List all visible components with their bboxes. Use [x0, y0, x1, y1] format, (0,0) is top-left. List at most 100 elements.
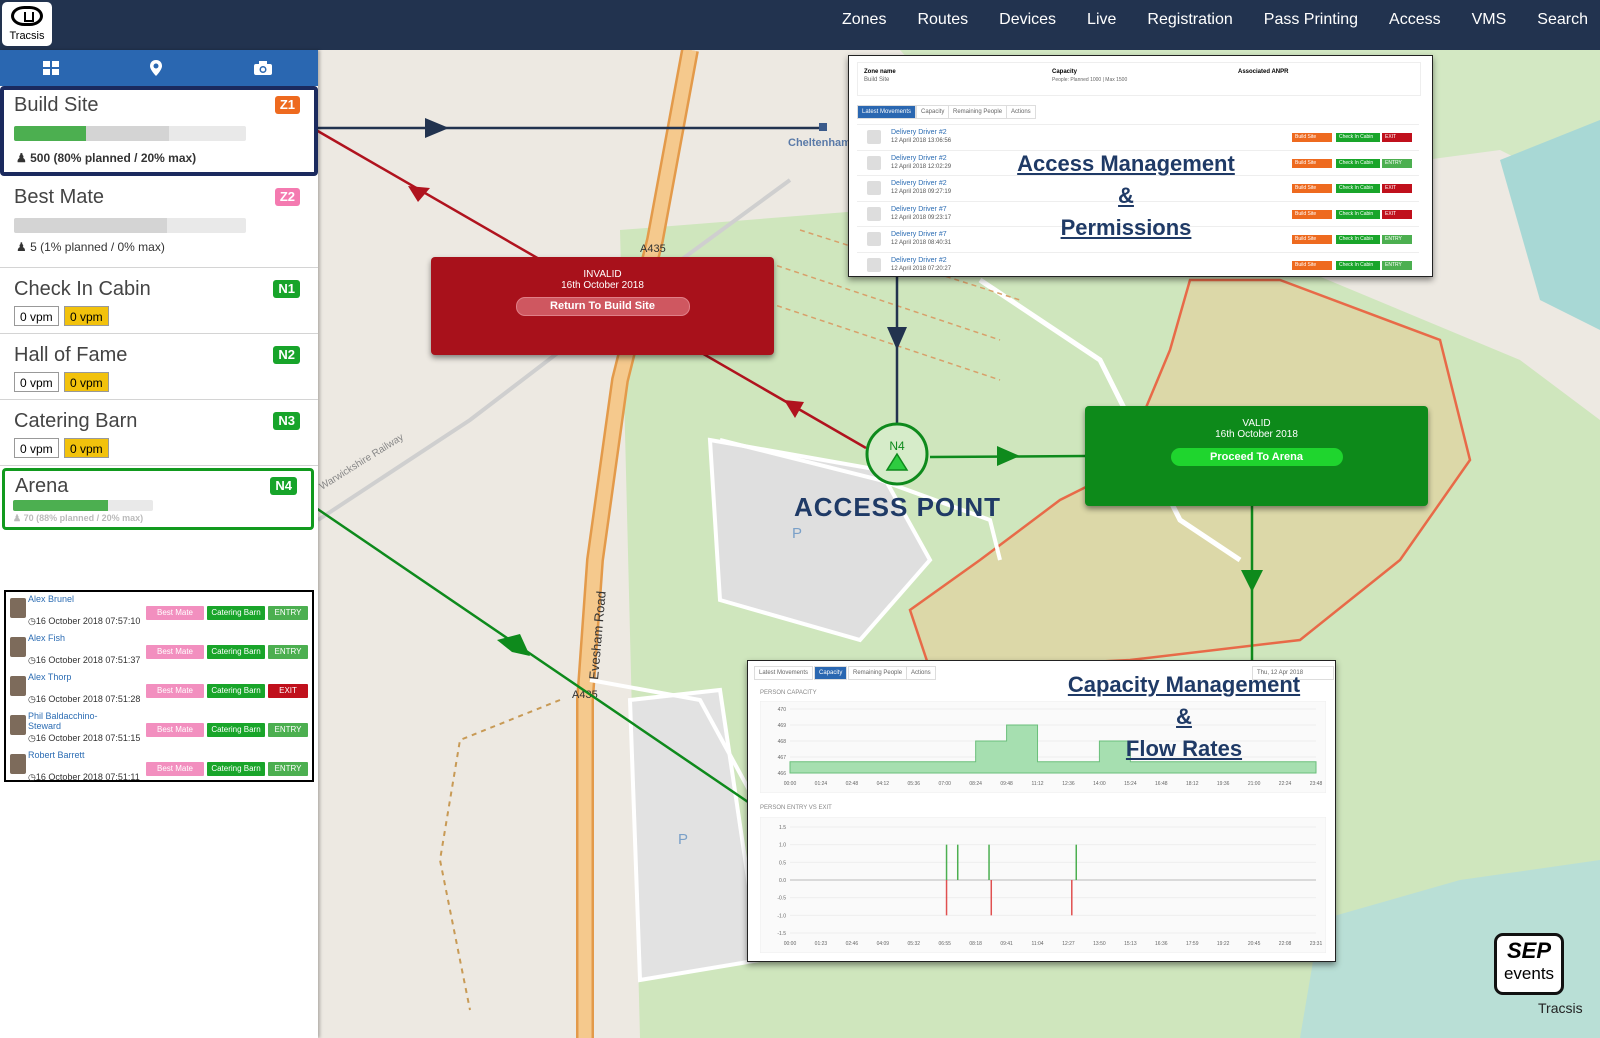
person-name[interactable]: Delivery Driver #7: [891, 231, 947, 238]
nav-access[interactable]: Access: [1389, 0, 1441, 50]
tag-direction[interactable]: ENTRY: [268, 762, 308, 776]
person-name[interactable]: Delivery Driver #2: [891, 180, 947, 187]
tag-from-zone[interactable]: Best Mate: [146, 684, 204, 698]
zone-badge: Z1: [274, 96, 300, 114]
tab-actions[interactable]: Actions: [1006, 105, 1036, 119]
access-point-node[interactable]: N4: [865, 422, 929, 486]
tag-to-zone[interactable]: Check In Cabin: [1336, 158, 1380, 168]
tag-direction[interactable]: ENTRY: [1382, 235, 1412, 244]
tag-to-zone[interactable]: Catering Barn: [207, 723, 265, 737]
tab-capacity[interactable]: Capacity: [916, 105, 950, 119]
tag-from-zone[interactable]: Best Mate: [146, 762, 204, 776]
person-name[interactable]: Delivery Driver #2: [891, 155, 947, 162]
person-name[interactable]: Alex Thorp: [28, 672, 118, 682]
tag-to-zone[interactable]: Check In Cabin: [1336, 184, 1380, 193]
nav-registration[interactable]: Registration: [1147, 0, 1232, 50]
tag-from-zone[interactable]: Build Site: [1292, 158, 1332, 168]
tab-remaining-people[interactable]: Remaining People: [948, 105, 1008, 119]
tag-to-zone[interactable]: Catering Barn: [207, 645, 265, 659]
valid-access-panel: VALID 16th October 2018 Proceed To Arena: [1085, 406, 1428, 506]
tab-remaining-people[interactable]: Remaining People: [848, 666, 908, 680]
tag-from-zone[interactable]: Build Site: [1292, 260, 1332, 270]
access-row[interactable]: Delivery Driver #2 12 April 2018 07:20:27…: [857, 251, 1419, 278]
tag-from-zone[interactable]: Best Mate: [146, 645, 204, 659]
zone-best-mate[interactable]: Best Mate Z2 ♟ 5 (1% planned / 0% max): [0, 176, 318, 268]
access-row[interactable]: Delivery Driver #2 12 April 2018 13:06:56…: [857, 124, 1419, 150]
avatar: [10, 676, 26, 696]
nav-routes[interactable]: Routes: [917, 0, 968, 50]
tracsis-logo[interactable]: Tracsis: [2, 2, 52, 46]
tag-from-zone[interactable]: Build Site: [1292, 133, 1332, 142]
tag-to-zone[interactable]: Catering Barn: [207, 762, 265, 776]
tag-direction[interactable]: ENTRY: [268, 645, 308, 659]
zone-catering-barn[interactable]: Catering Barn N3 0 vpm 0 vpm: [0, 400, 318, 466]
tag-to-zone[interactable]: Check In Cabin: [1336, 133, 1380, 142]
x-tick-label: 23:31: [1310, 941, 1323, 947]
nav-search[interactable]: Search: [1537, 0, 1588, 50]
tab-capacity[interactable]: Capacity: [814, 666, 848, 680]
tag-from-zone[interactable]: Build Site: [1292, 184, 1332, 193]
person-name[interactable]: Delivery Driver #2: [891, 257, 947, 264]
tag-direction[interactable]: ENTRY: [268, 723, 308, 737]
tag-to-zone[interactable]: Check In Cabin: [1336, 235, 1380, 244]
person-name[interactable]: Delivery Driver #7: [891, 206, 947, 213]
tag-to-zone[interactable]: Catering Barn: [207, 684, 265, 698]
camera-icon[interactable]: [223, 50, 303, 86]
movement-row[interactable]: Alex Thorp ◷16 October 2018 07:51:28 Best …: [6, 670, 312, 709]
tag-direction[interactable]: EXIT: [1382, 209, 1412, 219]
y-tick-label: 0.5: [779, 860, 786, 866]
avatar: [10, 598, 26, 618]
tag-from-zone[interactable]: Best Mate: [146, 606, 204, 620]
movement-row[interactable]: Robert Barrett ◷16 October 2018 07:51:11 B…: [6, 748, 312, 787]
tag-from-zone[interactable]: Build Site: [1292, 235, 1332, 244]
tracsis-logo-text: Tracsis: [9, 30, 45, 42]
header-anpr: Associated ANPR: [1238, 69, 1289, 75]
zone-build-site[interactable]: Build Site Z1 ♟ 500 (80% planned / 20% m…: [0, 86, 318, 176]
tag-direction[interactable]: EXIT: [1382, 184, 1412, 193]
person-name[interactable]: Phil Baldacchino-Steward: [28, 711, 118, 731]
return-to-build-site-button[interactable]: Return To Build Site: [515, 297, 690, 316]
person-name[interactable]: Alex Fish: [28, 633, 118, 643]
zone-capacity-caption: ♟ 5 (1% planned / 0% max): [16, 240, 165, 254]
zone-hall-of-fame[interactable]: Hall of Fame N2 0 vpm 0 vpm: [0, 334, 318, 400]
tag-direction[interactable]: ENTRY: [1382, 158, 1412, 168]
tab-actions[interactable]: Actions: [906, 666, 936, 680]
tag-direction[interactable]: EXIT: [268, 684, 308, 698]
person-name[interactable]: Alex Brunel: [28, 594, 118, 604]
proceed-to-arena-button[interactable]: Proceed To Arena: [1170, 448, 1343, 466]
tag-to-zone[interactable]: Check In Cabin: [1336, 260, 1380, 270]
map-pin-icon[interactable]: [116, 50, 196, 86]
zone-capacity-bar-planned: [14, 126, 86, 141]
nav-zones[interactable]: Zones: [842, 0, 886, 50]
tag-direction[interactable]: ENTRY: [268, 606, 308, 620]
person-name[interactable]: Robert Barrett: [28, 750, 118, 760]
tag-direction[interactable]: ENTRY: [1382, 260, 1412, 270]
avatar: [867, 232, 881, 246]
avatar: [10, 754, 26, 774]
tag-to-zone[interactable]: Catering Barn: [207, 606, 265, 620]
main-nav: Zones Routes Devices Live Registration P…: [811, 0, 1588, 50]
nav-devices[interactable]: Devices: [999, 0, 1056, 50]
nav-vms[interactable]: VMS: [1472, 0, 1507, 50]
nav-pass-printing[interactable]: Pass Printing: [1264, 0, 1358, 50]
movement-row[interactable]: Alex Fish ◷16 October 2018 07:51:37 Best M…: [6, 631, 312, 670]
tab-latest-movements[interactable]: Latest Movements: [857, 105, 917, 119]
grid-icon[interactable]: [11, 50, 91, 86]
vpm-out: 0 vpm: [64, 438, 109, 458]
movement-row[interactable]: Phil Baldacchino-Steward ◷16 October 2018…: [6, 709, 312, 748]
person-name[interactable]: Delivery Driver #2: [891, 129, 947, 136]
x-tick-label: 22:08: [1279, 941, 1292, 947]
zone-check-in-cabin[interactable]: Check In Cabin N1 0 vpm 0 vpm: [0, 268, 318, 334]
movement-row[interactable]: Alex Brunel ◷16 October 2018 07:57:10 Best…: [6, 592, 312, 631]
x-tick-label: 11:04: [1031, 941, 1043, 947]
x-tick-label: 07:00: [938, 781, 951, 787]
tab-latest-movements[interactable]: Latest Movements: [754, 666, 814, 680]
movement-time: 12 April 2018 12:02:29: [891, 163, 952, 170]
tag-from-zone[interactable]: Build Site: [1292, 209, 1332, 219]
tag-direction[interactable]: EXIT: [1382, 133, 1412, 142]
tag-to-zone[interactable]: Check In Cabin: [1336, 209, 1380, 219]
tag-from-zone[interactable]: Best Mate: [146, 723, 204, 737]
nav-live[interactable]: Live: [1087, 0, 1116, 50]
x-tick-label: 16:48: [1155, 781, 1168, 787]
zone-arena[interactable]: Arena N4 ♟ 70 (88% planned / 20% max): [2, 468, 314, 530]
